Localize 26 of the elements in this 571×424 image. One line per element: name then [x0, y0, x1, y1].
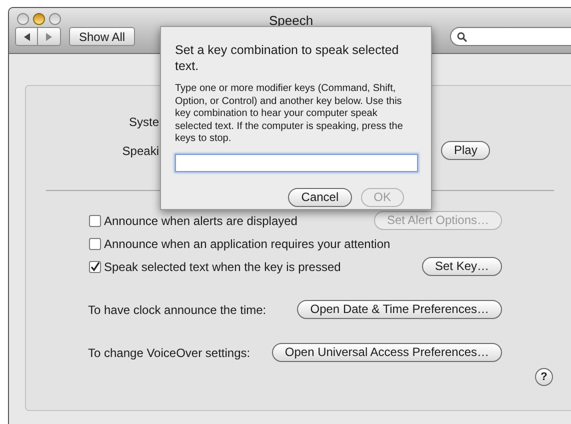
setting-label: To change VoiceOver settings:: [88, 344, 250, 362]
show-all-button[interactable]: Show All: [69, 27, 136, 46]
window-title: Speech: [269, 12, 314, 30]
setting-label: Speaki: [121, 142, 159, 160]
setting-label: To have clock announce the time:: [88, 302, 266, 318]
sheet-message: Type one or more modifier keys (Command, Shift, Option, or Control) and another key below. Use this key combination to hear your computer speak selected text. If the computer is speaking, press the keys to stop.: [175, 83, 404, 146]
sheet-title: Set a key combination to speak selected text.: [175, 42, 400, 74]
setting-label: Syste: [128, 114, 159, 130]
key-input-field[interactable]: [175, 154, 418, 172]
checkbox-label: Announce when alerts are displayed: [104, 212, 298, 230]
dialog-button[interactable]: Cancel: [288, 188, 352, 206]
search-icon: [457, 32, 468, 42]
preferences-button[interactable]: Open Date & Time Preferences…: [297, 300, 502, 319]
checkbox[interactable]: [89, 214, 101, 226]
checkbox[interactable]: [89, 260, 101, 272]
option-button[interactable]: Set Key…: [422, 257, 502, 276]
close-control-icon[interactable]: [17, 12, 29, 24]
play-button[interactable]: Play: [441, 141, 490, 160]
checkbox-label: Speak selected text when the key is pressed: [104, 258, 341, 276]
preferences-button[interactable]: Open Universal Access Preferences…: [272, 343, 502, 362]
minimize-control-icon[interactable]: [33, 12, 45, 24]
checkbox-label: Announce when an application requires your attention: [104, 236, 390, 252]
search-field[interactable]: [450, 27, 571, 46]
help-button[interactable]: ?: [535, 368, 553, 386]
checkbox[interactable]: [89, 238, 101, 250]
zoom-control-icon[interactable]: [49, 12, 61, 24]
